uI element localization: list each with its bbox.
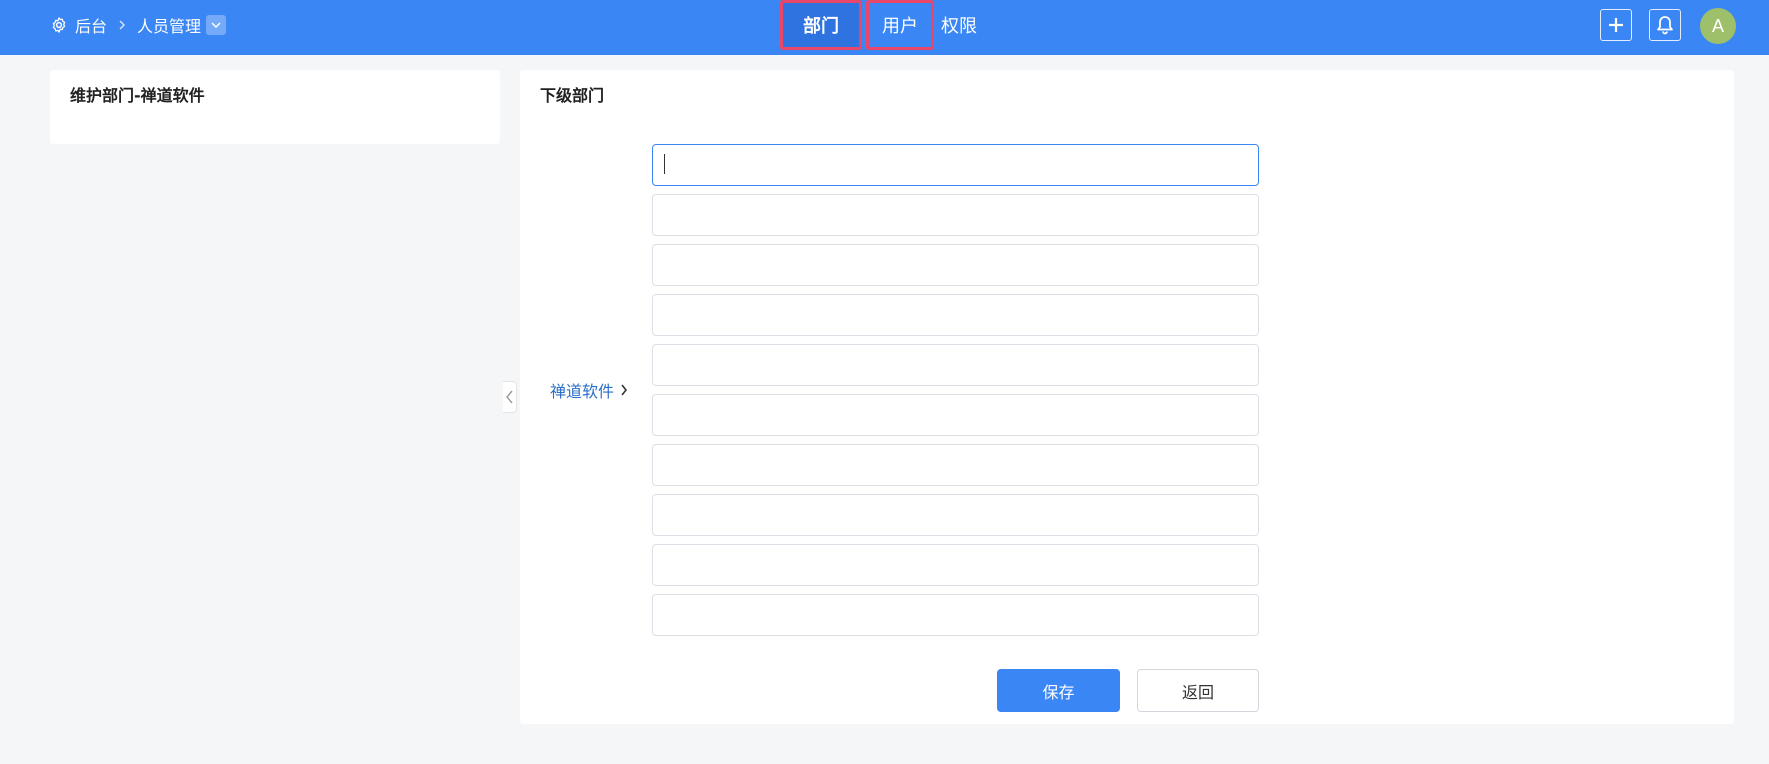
create-button[interactable] [1600, 9, 1632, 41]
left-panel-title: 维护部门-禅道软件 [70, 86, 205, 105]
child-dept-input-2[interactable] [652, 194, 1259, 236]
chevron-left-icon [505, 390, 513, 404]
child-department-panel: 下级部门 禅道软件 保存 返回 [520, 70, 1734, 724]
breadcrumb-backend[interactable]: 后台 [75, 13, 107, 37]
left-panel: 维护部门-禅道软件 [50, 70, 500, 144]
breadcrumb: 后台 人员管理 [50, 0, 227, 50]
tab-user[interactable]: 用户 [866, 0, 934, 50]
parent-department-label: 禅道软件 [550, 382, 615, 401]
child-dept-input-8[interactable] [652, 494, 1259, 536]
parent-department-link[interactable]: 禅道软件 [550, 378, 628, 402]
notification-button[interactable] [1649, 9, 1681, 41]
child-dept-input-6[interactable] [652, 394, 1259, 436]
breadcrumb-personnel[interactable]: 人员管理 [137, 13, 201, 37]
gear-icon[interactable] [50, 16, 68, 34]
child-dept-input-5[interactable] [652, 344, 1259, 386]
top-navbar: 后台 人员管理 部门 用户 权限 A [0, 0, 1769, 55]
child-dept-input-9[interactable] [652, 544, 1259, 586]
tab-department[interactable]: 部门 [780, 0, 862, 50]
child-dept-input-4[interactable] [652, 294, 1259, 336]
breadcrumb-dropdown[interactable] [206, 15, 227, 35]
back-button[interactable]: 返回 [1137, 669, 1259, 712]
child-dept-input-3[interactable] [652, 244, 1259, 286]
collapse-sidebar-button[interactable] [503, 381, 517, 413]
user-avatar[interactable]: A [1700, 8, 1736, 44]
bell-icon [1657, 16, 1673, 35]
plus-icon [1609, 18, 1623, 32]
child-dept-input-1[interactable] [652, 144, 1259, 186]
child-dept-input-10[interactable] [652, 594, 1259, 636]
save-button[interactable]: 保存 [997, 669, 1120, 712]
chevron-right-icon [621, 384, 628, 396]
child-dept-input-7[interactable] [652, 444, 1259, 486]
chevron-down-icon [211, 22, 221, 29]
text-cursor [664, 154, 665, 174]
right-panel-title: 下级部门 [540, 86, 605, 105]
tab-permission[interactable]: 权限 [934, 0, 984, 50]
chevron-right-icon [119, 20, 126, 30]
